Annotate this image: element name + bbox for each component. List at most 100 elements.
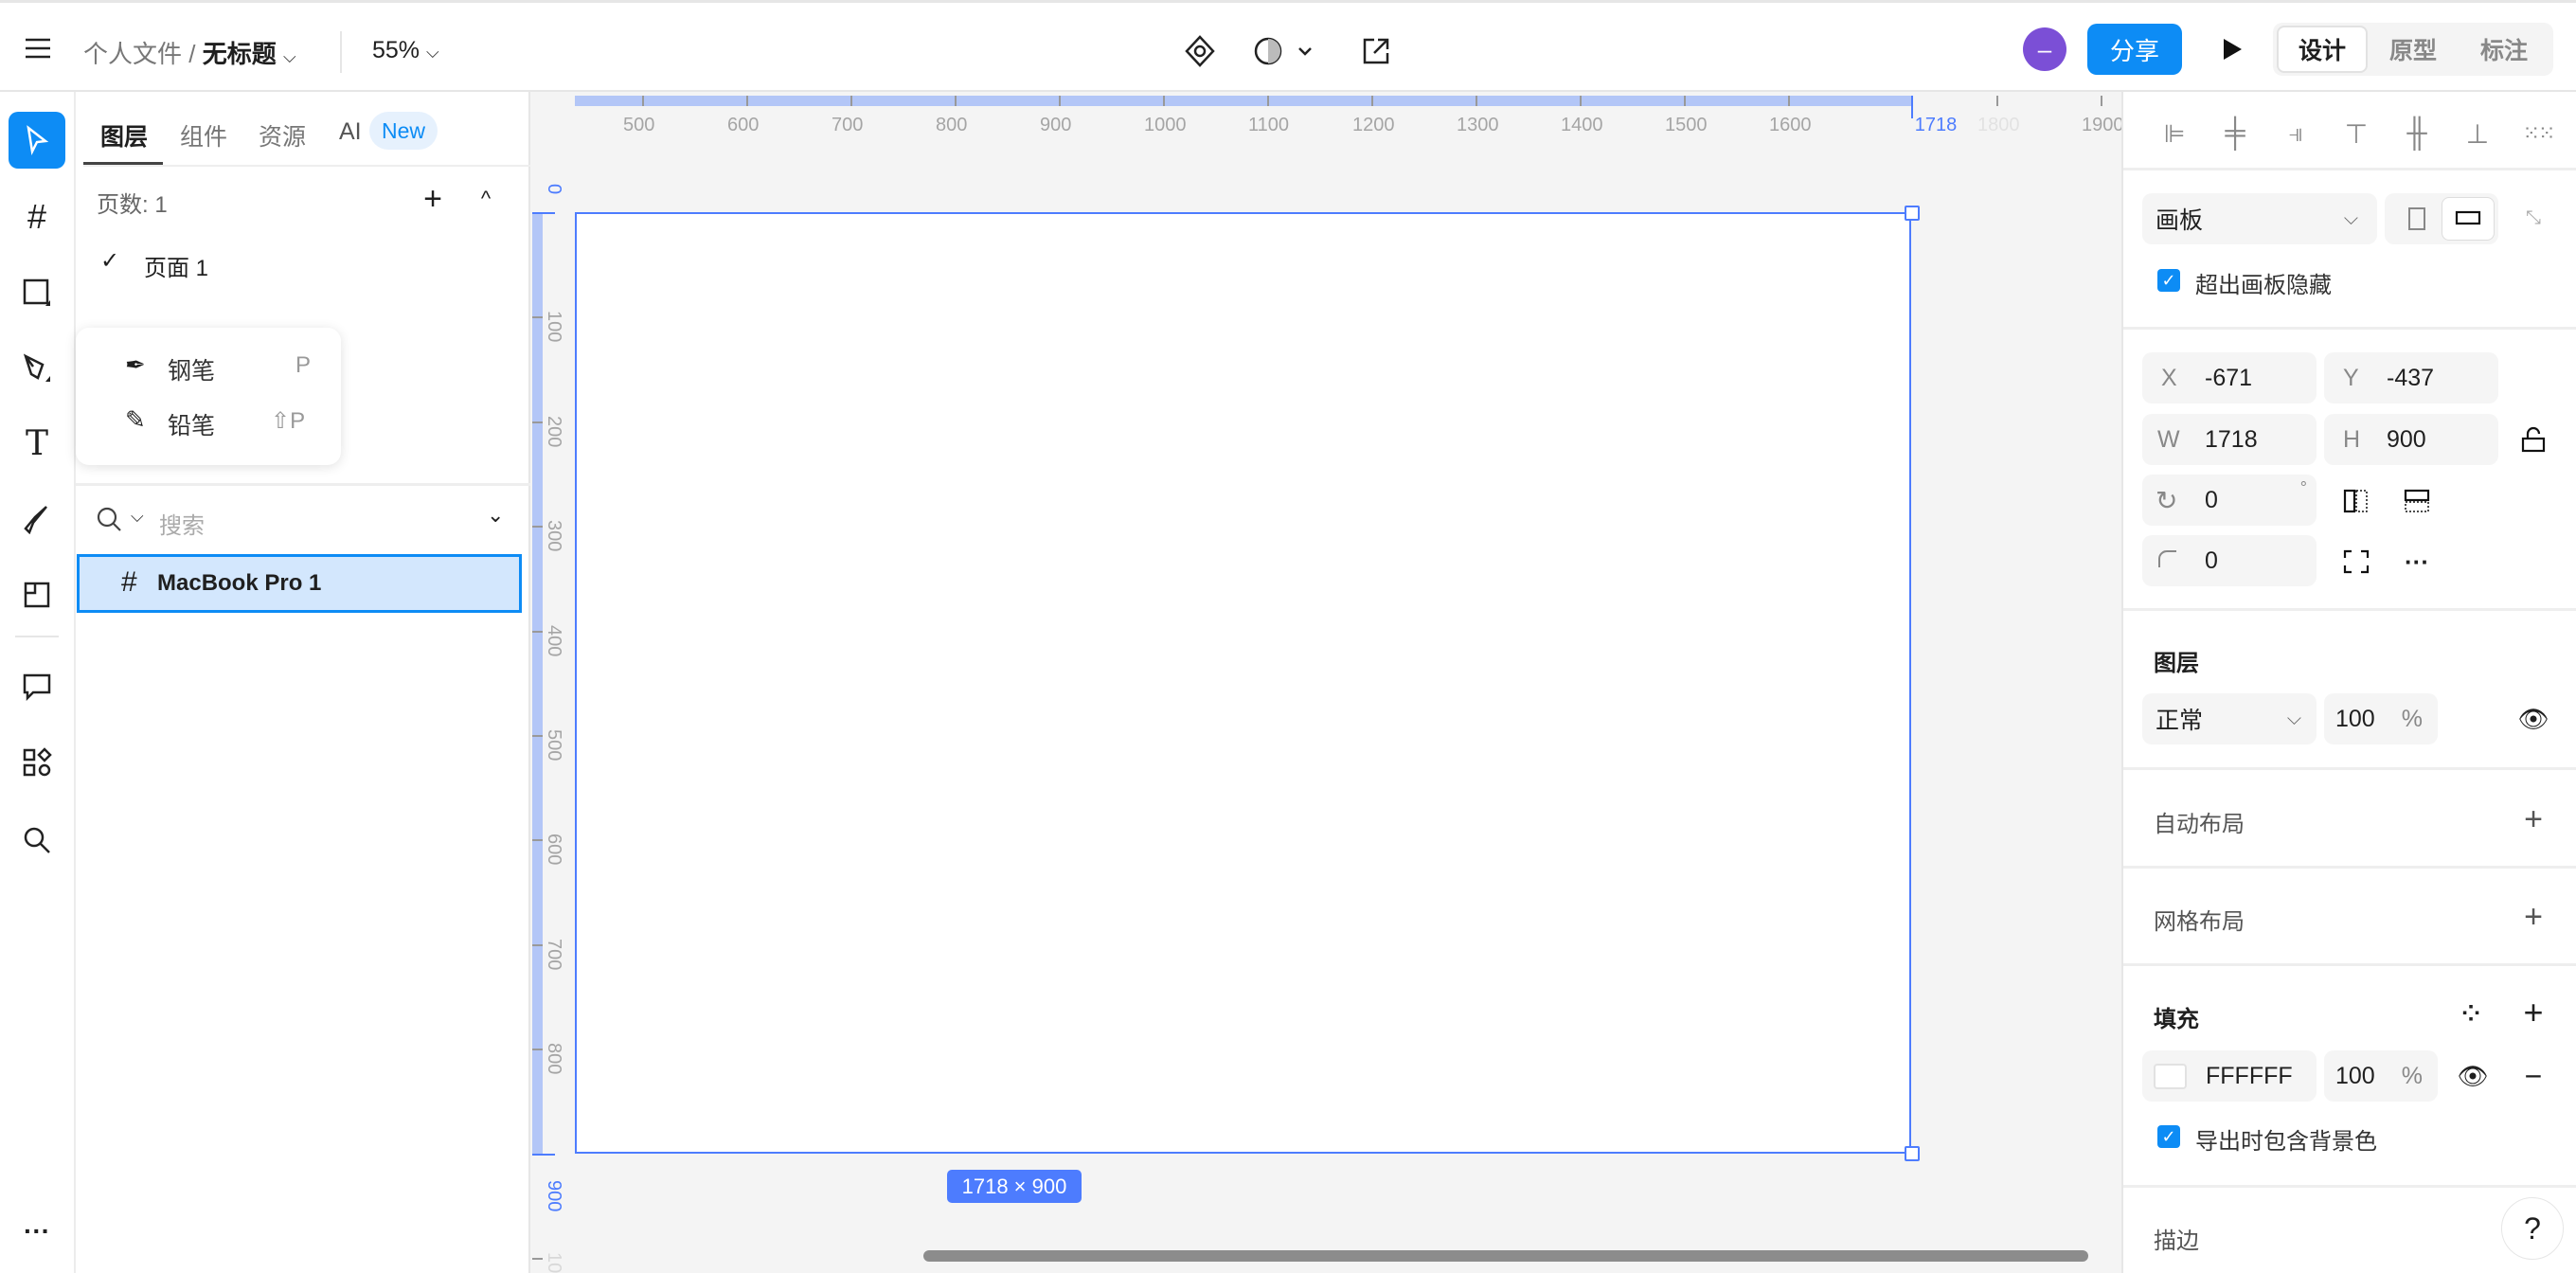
align-left-icon[interactable]: ⊫	[2156, 115, 2193, 152]
align-toolbar: ⊫ ╪ ⫣ ⊤ ╫ ⊥ ⁙⁙	[2123, 113, 2576, 154]
menu-item-pencil[interactable]: ✎ 铅笔 ⇧P	[76, 394, 341, 447]
comment-icon[interactable]	[18, 668, 56, 706]
tab-layers[interactable]: 图层	[100, 118, 148, 152]
chevron-down-icon: ⌵	[426, 43, 439, 62]
check-icon: ✓	[100, 248, 120, 274]
flip-horizontal-icon[interactable]	[2339, 484, 2373, 518]
blend-mode-dropdown[interactable]: 正常 ⌵	[2142, 693, 2317, 744]
tab-design[interactable]: 设计	[2277, 26, 2368, 73]
search-placeholder: 搜索	[159, 513, 205, 539]
collapse-pages-icon[interactable]: ^	[472, 185, 500, 213]
resize-handle[interactable]	[1905, 206, 1920, 221]
components-icon[interactable]	[18, 744, 56, 781]
width-field[interactable]: W 1718	[2142, 414, 2317, 465]
portrait-icon[interactable]	[2400, 201, 2434, 237]
degree-unit: °	[2299, 478, 2307, 497]
fill-styles-icon[interactable]: ⁘	[2455, 997, 2487, 1030]
ruler-label: 900	[544, 1179, 564, 1211]
mode-switcher: 设计 原型 标注	[2273, 23, 2553, 76]
layer-opacity-field[interactable]: 100%	[2324, 693, 2438, 744]
menu-icon[interactable]	[21, 31, 55, 65]
percent-unit: %	[2401, 705, 2423, 732]
rotation-field[interactable]: ↻ 0 °	[2142, 475, 2317, 526]
x-field[interactable]: X -671	[2142, 352, 2317, 403]
chevron-down-icon[interactable]: ⌵	[131, 507, 144, 527]
align-bottom-icon[interactable]: ⊥	[2459, 115, 2496, 152]
corner-radius-field[interactable]: 0	[2142, 535, 2317, 586]
eye-icon[interactable]: 👁	[2515, 702, 2551, 736]
add-auto-layout-icon[interactable]: +	[2515, 801, 2551, 837]
fit-content-icon[interactable]: ⤡	[2517, 202, 2549, 234]
search-input[interactable]: ⌵ 搜索 ⌄	[91, 501, 508, 539]
avatar[interactable]: –	[2023, 27, 2066, 71]
h-value: 900	[2387, 425, 2426, 453]
canvas[interactable]: 500 600 700 800 900 1000 1100 1200 1300 1400 1500 1…	[530, 92, 2121, 1273]
expand-all-icon[interactable]: ⌄	[487, 503, 504, 528]
align-right-icon[interactable]: ⫣	[2277, 115, 2315, 152]
tab-components[interactable]: 组件	[180, 118, 227, 152]
clip-content-checkbox[interactable]: ✓	[2157, 269, 2180, 292]
divider	[2123, 168, 2576, 170]
stroke-section-title: 描边	[2154, 1228, 2199, 1254]
flip-vertical-icon[interactable]	[2400, 484, 2434, 518]
menu-item-pen[interactable]: ✒ 钢笔 P	[76, 339, 341, 392]
pen-icon[interactable]	[18, 350, 56, 387]
fill-color-field[interactable]: FFFFFF	[2142, 1050, 2317, 1102]
tab-inspect[interactable]: 标注	[2459, 26, 2549, 73]
breadcrumb-parent[interactable]: 个人文件	[83, 40, 182, 68]
search-icon[interactable]	[18, 821, 56, 859]
height-field[interactable]: H 900	[2324, 414, 2498, 465]
select-icon[interactable]	[9, 112, 65, 169]
horizontal-ruler: 500 600 700 800 900 1000 1100 1200 1300 1400 1500 1…	[530, 92, 2121, 149]
horizontal-scrollbar[interactable]	[923, 1250, 2088, 1262]
eye-icon[interactable]: 👁	[2455, 1059, 2491, 1093]
layer-row[interactable]: # MacBook Pro 1	[77, 554, 522, 613]
unlock-icon[interactable]	[2517, 423, 2549, 456]
external-link-icon[interactable]	[1358, 33, 1394, 69]
independent-corners-icon[interactable]	[2339, 545, 2373, 579]
play-icon[interactable]	[2216, 33, 2248, 65]
resize-handle[interactable]	[1905, 1146, 1920, 1161]
align-top-icon[interactable]: ⊤	[2337, 115, 2375, 152]
text-icon[interactable]: T	[18, 424, 56, 463]
zoom-dropdown[interactable]: 55% ⌵	[372, 37, 439, 64]
tab-prototype[interactable]: 原型	[2368, 26, 2459, 73]
more-options-icon[interactable]: ···	[2400, 545, 2434, 579]
align-center-v-icon[interactable]: ╫	[2398, 115, 2436, 152]
slice-icon[interactable]	[18, 576, 56, 614]
ruler-label: 500	[544, 729, 564, 762]
ruler-tick	[532, 526, 543, 529]
add-fill-icon[interactable]: +	[2515, 993, 2551, 1031]
tab-ai[interactable]: AI	[339, 118, 362, 146]
remove-fill-icon[interactable]: −	[2515, 1059, 2551, 1093]
color-swatch[interactable]	[2154, 1063, 2187, 1089]
ruler-tick	[642, 96, 644, 106]
share-button[interactable]: 分享	[2087, 24, 2182, 75]
frame-preset-dropdown[interactable]: 画板 ⌵	[2142, 193, 2377, 244]
chevron-down-icon[interactable]: ⌵	[283, 47, 296, 66]
component-icon[interactable]	[1182, 33, 1218, 69]
help-button[interactable]: ?	[2501, 1197, 2564, 1260]
distribute-icon[interactable]: ⁙⁙	[2519, 115, 2557, 152]
file-name[interactable]: 无标题	[203, 40, 277, 68]
more-icon[interactable]: ···	[18, 1212, 56, 1250]
add-page-icon[interactable]: +	[419, 181, 447, 217]
theme-toggle[interactable]	[1252, 33, 1322, 69]
vertical-ruler: 0 100 200 300 400 500 600 700 800 900 1000	[530, 92, 575, 1273]
auto-layout-title: 自动布局	[2154, 812, 2245, 837]
tab-assets[interactable]: 资源	[259, 118, 306, 152]
add-grid-layout-icon[interactable]: +	[2515, 899, 2551, 935]
rectangle-icon[interactable]	[18, 274, 56, 312]
ruler-tick	[532, 1153, 555, 1156]
brush-icon[interactable]	[18, 500, 56, 538]
landscape-icon[interactable]	[2442, 197, 2495, 241]
export-background-checkbox[interactable]: ✓	[2157, 1125, 2180, 1148]
ruler-label: 100	[544, 311, 564, 343]
frame-icon[interactable]: #	[18, 197, 56, 236]
page-item[interactable]: ✓ 页面 1	[100, 247, 498, 281]
fill-opacity-field[interactable]: 100%	[2324, 1050, 2438, 1102]
artboard-macbook-pro-1[interactable]	[575, 212, 1911, 1154]
y-field[interactable]: Y -437	[2324, 352, 2498, 403]
align-center-h-icon[interactable]: ╪	[2216, 115, 2254, 152]
divider	[76, 483, 530, 486]
